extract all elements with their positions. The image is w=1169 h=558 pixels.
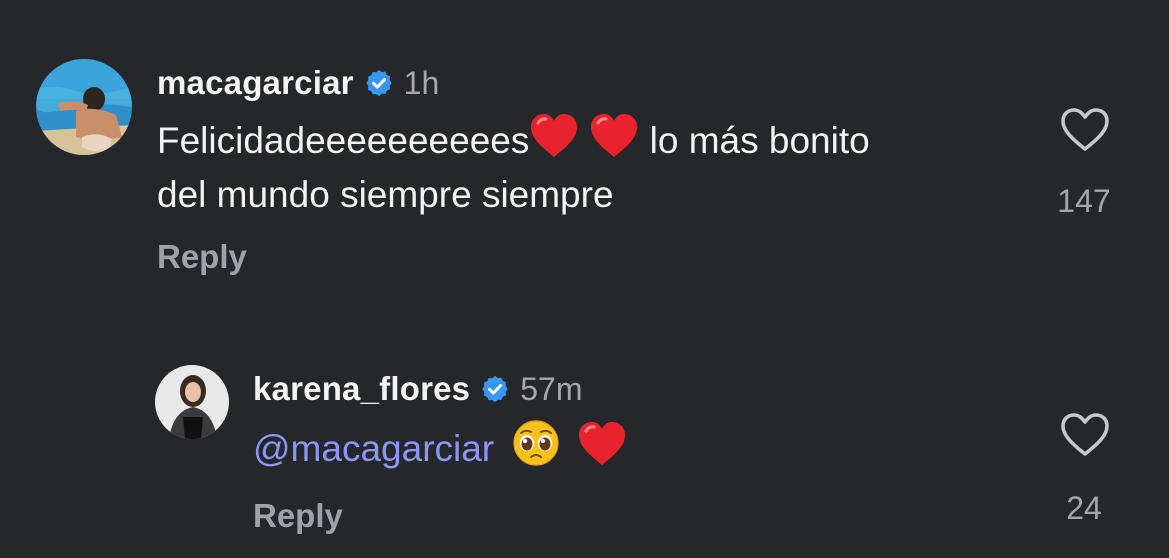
- pleading-face-emoji: [512, 419, 560, 467]
- red-heart-emoji: [577, 421, 627, 467]
- comment-text: @macagarciar: [253, 419, 627, 476]
- username[interactable]: karena_flores: [253, 370, 470, 408]
- reply-button[interactable]: Reply: [253, 497, 343, 535]
- mention-link[interactable]: @macagarciar: [253, 428, 494, 469]
- heart-icon[interactable]: [1060, 412, 1110, 458]
- avatar[interactable]: [155, 365, 229, 439]
- comment-header: karena_flores 57m: [253, 368, 582, 410]
- like-count: 24: [1066, 490, 1102, 526]
- timestamp: 57m: [520, 370, 583, 407]
- verified-badge-icon: [480, 374, 510, 404]
- comment-karena-flores: karena_flores 57m @macagarciar Reply 24: [0, 0, 1169, 558]
